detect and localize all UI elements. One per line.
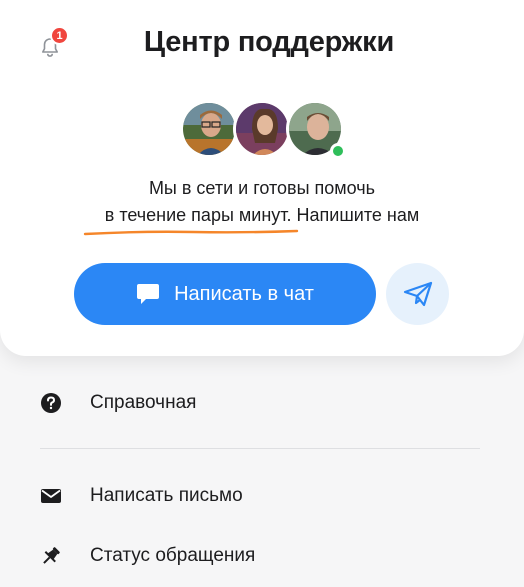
chat-bubble-icon <box>137 284 160 304</box>
question-circle-icon <box>41 393 61 413</box>
envelope-icon <box>41 489 61 503</box>
menu-item-label: Справочная <box>90 392 197 413</box>
handwritten-underline <box>83 229 299 236</box>
menu-item-label: Написать письмо <box>90 485 243 506</box>
response-time-highlight: в течение пары минут <box>104 205 287 225</box>
online-indicator <box>330 143 346 159</box>
menu-item-request-status[interactable]: Статус обращения <box>40 536 480 576</box>
support-team-avatars <box>180 100 350 162</box>
avatar <box>180 100 238 158</box>
write-to-chat-button[interactable]: Написать в чат <box>74 263 376 325</box>
support-card: 1 Центр поддержки Мы в сети и готовы пом… <box>0 0 524 356</box>
availability-text: Мы в сети и готовы помочь <box>148 178 376 198</box>
avatar <box>233 100 291 158</box>
menu-item-label: Статус обращения <box>90 545 256 566</box>
response-time-rest: . Напишите нам <box>286 205 420 225</box>
response-time-text: в течение пары минут. Напишите нам <box>0 205 524 226</box>
page-title: Центр поддержки <box>143 26 395 58</box>
paper-plane-icon <box>403 281 432 307</box>
divider <box>40 448 480 449</box>
chat-button-label: Написать в чат <box>174 282 314 305</box>
telegram-button[interactable] <box>386 263 449 325</box>
pin-icon <box>43 547 60 564</box>
menu-item-email[interactable]: Написать письмо <box>40 476 480 516</box>
menu-item-help[interactable]: Справочная <box>40 383 480 423</box>
